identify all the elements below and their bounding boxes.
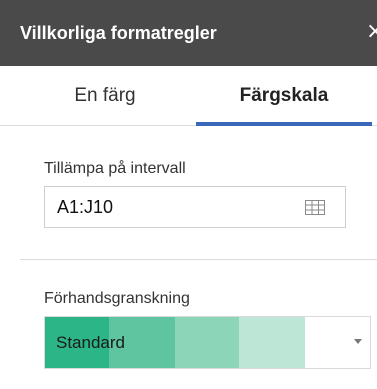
close-icon[interactable]: × [366,20,377,44]
dropdown-arrow-icon[interactable] [354,339,362,344]
color-scale-preview-dropdown[interactable]: Standard [44,316,371,369]
color-swatch [175,317,239,368]
color-swatch [239,317,305,368]
section-divider [20,259,377,260]
tab-bar: En färg Färgskala [0,66,377,126]
preview-selected-value: Standard [56,333,125,352]
dialog-title: Villkorliga formatregler [20,22,217,43]
range-input[interactable]: A1:J10 [44,186,346,228]
dialog-header: Villkorliga formatregler × [0,0,377,66]
preview-label: Förhandsgranskning [44,290,190,307]
active-tab-indicator [196,122,372,126]
range-value: A1:J10 [57,196,114,217]
tab-single-color[interactable]: En färg [20,66,190,126]
range-label: Tillämpa på intervall [44,160,186,177]
tab-color-scale[interactable]: Färgskala [196,66,372,126]
grid-icon[interactable] [305,200,325,215]
